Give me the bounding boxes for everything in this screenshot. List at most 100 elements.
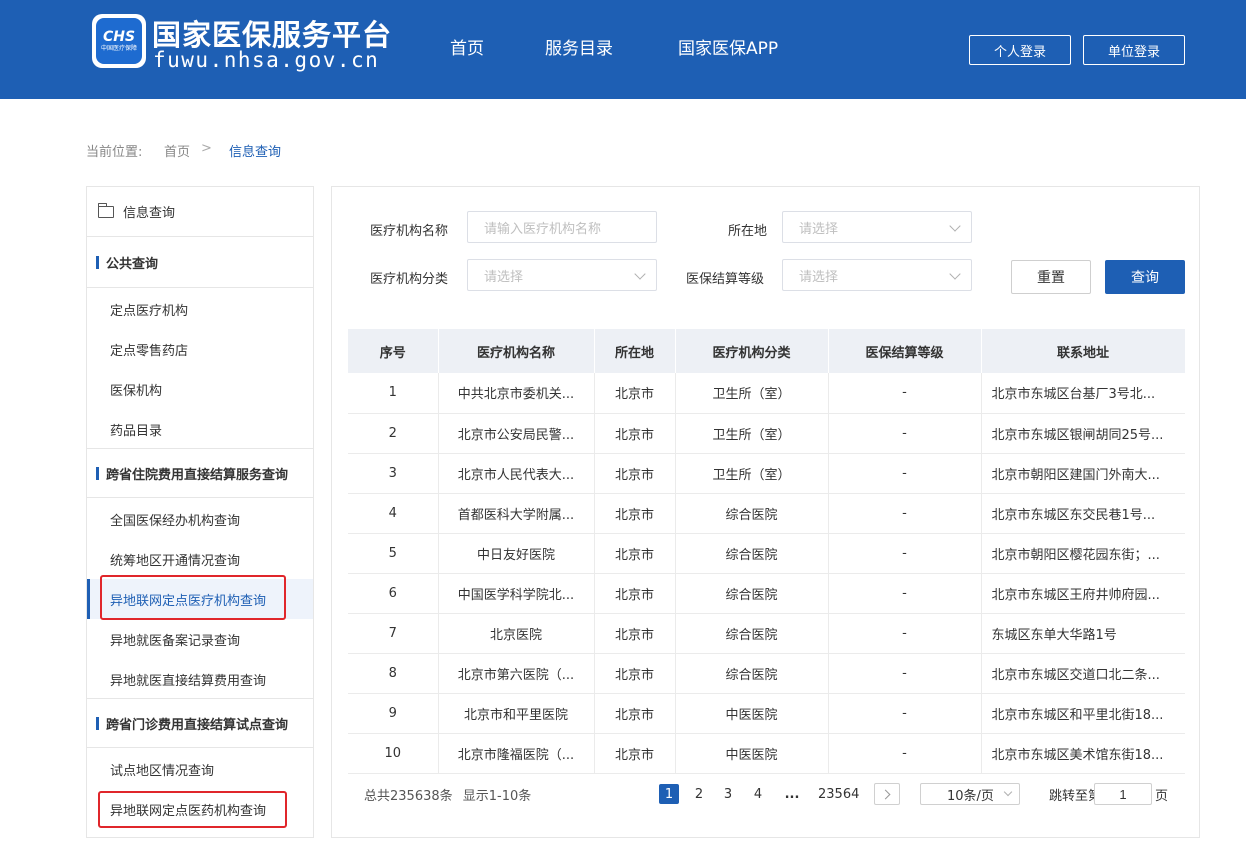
page-last[interactable]: 23564	[818, 784, 859, 804]
table-row[interactable]: 6 中国医学科学院北... 北京市 综合医院 - 北京市东城区王府井帅府园...	[348, 573, 1185, 614]
cell-location: 北京市	[594, 693, 676, 734]
cell-level: -	[828, 573, 982, 614]
sidebar-item-designated-medical[interactable]: 定点医疗机构	[87, 289, 313, 329]
category-select[interactable]: 请选择	[467, 259, 657, 291]
cell-address: 东城区东单大华路1号	[981, 613, 1185, 654]
table-row[interactable]: 10 北京市隆福医院（... 北京市 中医医院 - 北京市东城区美术馆东街18...	[348, 733, 1185, 774]
breadcrumb-current: 信息查询	[229, 145, 282, 160]
breadcrumb-separator: >	[201, 141, 212, 156]
sidebar-item-filing-records[interactable]: 异地就医备案记录查询	[87, 619, 313, 659]
table-row[interactable]: 4 首都医科大学附属... 北京市 综合医院 - 北京市东城区东交民巷1号...	[348, 493, 1185, 534]
table-row[interactable]: 1 中共北京市委机关... 北京市 卫生所（室） - 北京市东城区台基厂3号北...	[348, 373, 1185, 414]
page-size-select[interactable]: 10条/页	[920, 783, 1020, 805]
table-body: 1 中共北京市委机关... 北京市 卫生所（室） - 北京市东城区台基厂3号北... 2 北京…	[348, 373, 1185, 774]
institution-name-input[interactable]: 请输入医疗机构名称	[467, 211, 657, 243]
cell-level: -	[828, 493, 982, 534]
cell-category: 卫生所（室）	[675, 453, 829, 494]
table-row[interactable]: 3 北京市人民代表大... 北京市 卫生所（室） - 北京市朝阳区建国门外南大...	[348, 453, 1185, 494]
sidebar-item-region-status[interactable]: 统筹地区开通情况查询	[87, 539, 313, 579]
cell-location: 北京市	[594, 453, 676, 494]
cell-name: 北京医院	[438, 613, 595, 654]
cell-category: 中医医院	[675, 733, 829, 774]
sidebar-title: 信息查询	[87, 187, 313, 237]
table-row[interactable]: 5 中日友好医院 北京市 综合医院 - 北京市朝阳区樱花园东街；...	[348, 533, 1185, 574]
total-count: 总共235638条 显示1-10条	[364, 785, 531, 804]
cell-name: 中共北京市委机关...	[438, 373, 595, 414]
site-domain: fuwu.nhsa.gov.cn	[153, 48, 380, 72]
jump-page-input[interactable]	[1094, 783, 1152, 805]
page-1[interactable]: 1	[659, 784, 679, 804]
sidebar-item-settlement-cost[interactable]: 异地就医直接结算费用查询	[87, 659, 313, 699]
table-row[interactable]: 7 北京医院 北京市 综合医院 - 东城区东单大华路1号	[348, 613, 1185, 654]
sidebar-item-drug-catalog[interactable]: 药品目录	[87, 409, 313, 449]
cell-index: 3	[348, 453, 439, 494]
nav-service-catalog[interactable]: 服务目录	[545, 34, 613, 59]
cell-location: 北京市	[594, 733, 676, 774]
cell-location: 北京市	[594, 653, 676, 694]
cell-category: 综合医院	[675, 493, 829, 534]
sidebar-item-networked-medical[interactable]: 异地联网定点医疗机构查询	[87, 579, 313, 619]
page-size-value: 10条/页	[947, 788, 994, 804]
section-title: 跨省住院费用直接结算服务查询	[106, 467, 289, 483]
location-select[interactable]: 请选择	[782, 211, 972, 243]
nav-app[interactable]: 国家医保APP	[678, 34, 778, 59]
chevron-down-icon	[949, 220, 961, 232]
settlement-level-select[interactable]: 请选择	[782, 259, 972, 291]
page-3[interactable]: 3	[718, 784, 738, 804]
top-header: CHS 中国医疗保障 国家医保服务平台 fuwu.nhsa.gov.cn 首页 …	[0, 0, 1246, 99]
cell-level: -	[828, 653, 982, 694]
nav-home[interactable]: 首页	[450, 34, 484, 59]
cell-address: 北京市朝阳区樱花园东街；...	[981, 533, 1185, 574]
sidebar-item-pilot-regions[interactable]: 试点地区情况查询	[87, 749, 313, 789]
level-placeholder: 请选择	[799, 269, 839, 285]
cell-name: 中日友好医院	[438, 533, 595, 574]
cell-index: 9	[348, 693, 439, 734]
section-marker	[96, 466, 99, 480]
cell-name: 北京市公安局民警...	[438, 413, 595, 454]
cell-address: 北京市朝阳区建国门外南大...	[981, 453, 1185, 494]
logo-subtext: 中国医疗保障	[100, 45, 137, 52]
sidebar-item-insurance-agency[interactable]: 医保机构	[87, 369, 313, 409]
sidebar-item-national-agency[interactable]: 全国医保经办机构查询	[87, 499, 313, 539]
table-row[interactable]: 9 北京市和平里医院 北京市 中医医院 - 北京市东城区和平里北街18...	[348, 693, 1185, 734]
category-label: 医疗机构分类	[370, 272, 449, 287]
personal-login-button[interactable]: 个人登录	[969, 35, 1071, 65]
table-header-row: 序号 医疗机构名称 所在地 医疗机构分类 医保结算等级 联系地址	[348, 329, 1186, 373]
table-row[interactable]: 8 北京市第六医院（... 北京市 综合医院 - 北京市东城区交道口北二条...	[348, 653, 1185, 694]
cell-address: 北京市东城区东交民巷1号...	[981, 493, 1185, 534]
cell-address: 北京市东城区美术馆东街18...	[981, 733, 1185, 774]
col-header-address: 联系地址	[981, 329, 1186, 373]
chs-logo[interactable]: CHS 中国医疗保障	[92, 14, 146, 68]
query-button[interactable]: 查询	[1105, 260, 1185, 294]
section-marker	[96, 716, 99, 730]
sidebar-item-networked-pharma[interactable]: 异地联网定点医药机构查询	[87, 789, 313, 829]
page-ellipsis[interactable]: ...	[782, 784, 802, 804]
breadcrumb-home[interactable]: 首页	[164, 141, 190, 160]
next-page-button[interactable]	[874, 783, 900, 805]
folder-icon	[97, 202, 114, 218]
page-4[interactable]: 4	[748, 784, 768, 804]
cell-location: 北京市	[594, 613, 676, 654]
page-2[interactable]: 2	[689, 784, 709, 804]
col-header-index: 序号	[348, 329, 439, 373]
sidebar-item-designated-pharmacy[interactable]: 定点零售药店	[87, 329, 313, 369]
main-panel: 医疗机构名称 请输入医疗机构名称 所在地 请选择 医疗机构分类 请选择 医保结算…	[331, 186, 1200, 838]
sidebar-section-outpatient: 跨省门诊费用直接结算试点查询	[87, 698, 313, 748]
cell-index: 4	[348, 493, 439, 534]
unit-login-button[interactable]: 单位登录	[1083, 35, 1185, 65]
cell-location: 北京市	[594, 373, 676, 414]
table-row[interactable]: 2 北京市公安局民警... 北京市 卫生所（室） - 北京市东城区银闸胡同25号...	[348, 413, 1185, 454]
cell-level: -	[828, 453, 982, 494]
col-header-level: 医保结算等级	[828, 329, 982, 373]
reset-button[interactable]: 重置	[1011, 260, 1091, 294]
cell-level: -	[828, 733, 982, 774]
cell-level: -	[828, 413, 982, 454]
cell-address: 北京市东城区王府井帅府园...	[981, 573, 1185, 614]
cell-address: 北京市东城区台基厂3号北...	[981, 373, 1185, 414]
cell-category: 卫生所（室）	[675, 413, 829, 454]
cell-level: -	[828, 373, 982, 414]
cell-index: 6	[348, 573, 439, 614]
results-table: 序号 医疗机构名称 所在地 医疗机构分类 医保结算等级 联系地址 1 中共北京市委…	[348, 329, 1186, 774]
col-header-location: 所在地	[594, 329, 676, 373]
cell-category: 综合医院	[675, 573, 829, 614]
